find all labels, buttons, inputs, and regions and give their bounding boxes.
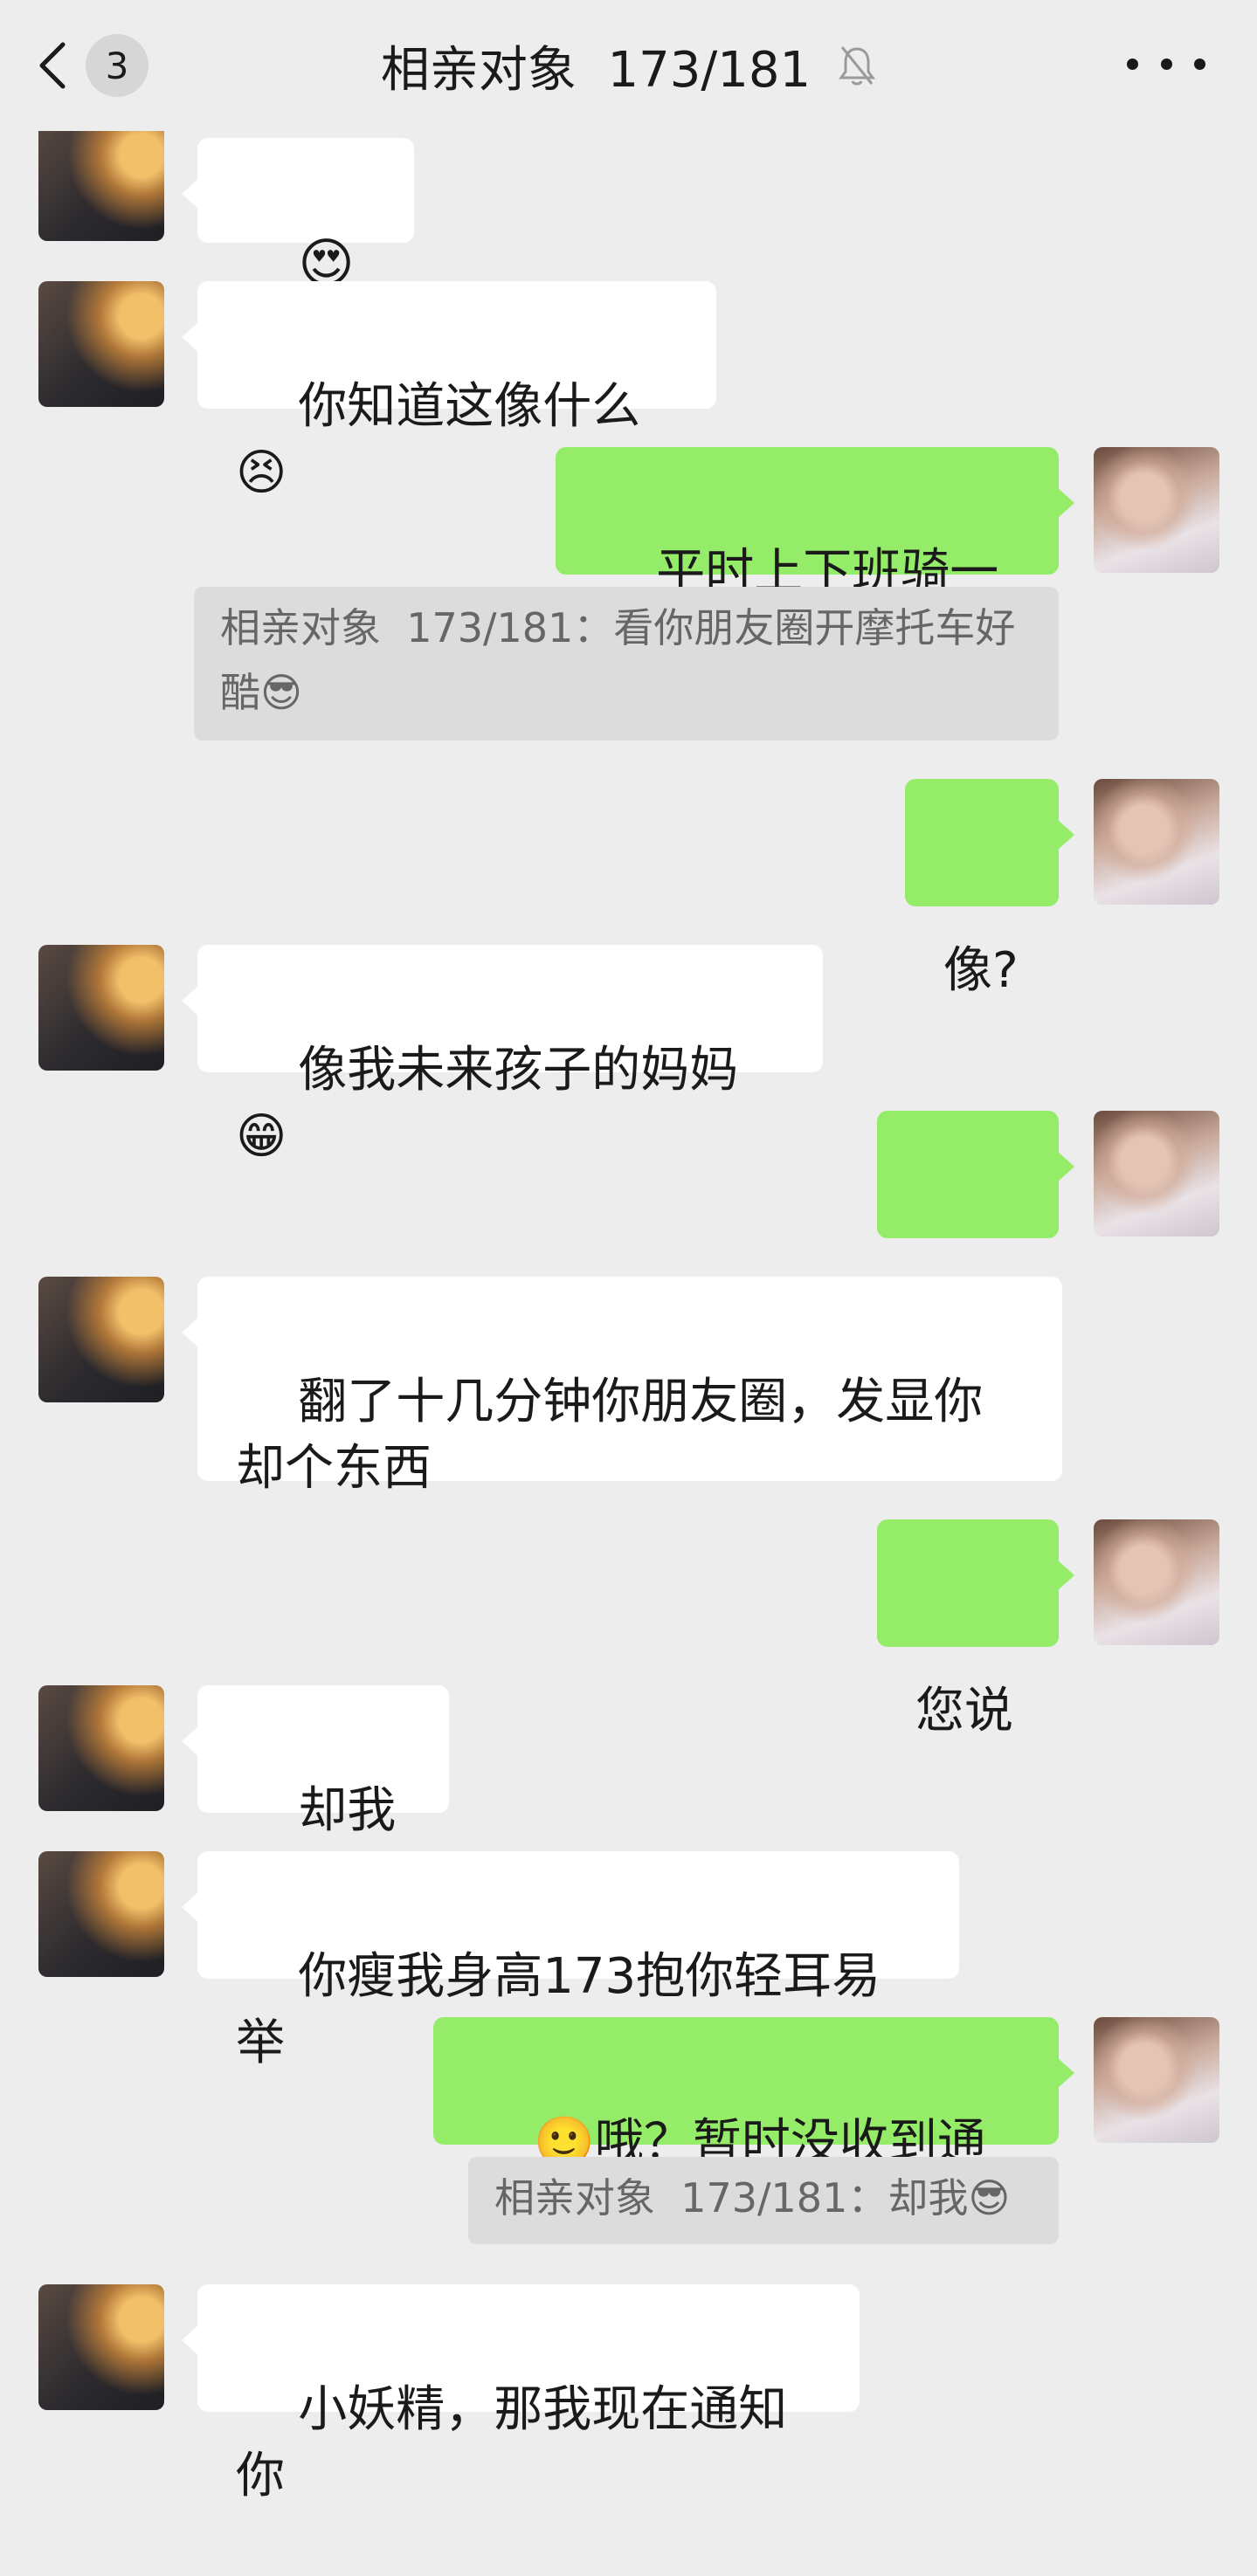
message-text: 像? <box>943 942 1019 999</box>
quoted-message[interactable]: 相亲对象 173/181：看你朋友圈开摩托车好酷😎 <box>194 587 1059 740</box>
back-button[interactable]: 3 <box>35 26 175 105</box>
my-avatar[interactable] <box>1094 1111 1219 1236</box>
my-avatar[interactable] <box>1094 447 1219 573</box>
outgoing-message-bubble[interactable]: 🙂哦？暂时没收到通知 <box>433 2017 1074 2237</box>
my-avatar[interactable] <box>1094 779 1219 905</box>
contact-avatar[interactable] <box>38 2284 164 2410</box>
more-dot <box>1160 58 1172 70</box>
message-list[interactable]: 😍😍 你知道这像什么😣 平时上下班骑一下 相亲对象 173/181：看你朋友圈开… <box>0 0 1257 2504</box>
bell-off-icon <box>839 46 876 86</box>
quoted-message[interactable]: 相亲对象 173/181：却我😎 <box>468 2157 1059 2244</box>
incoming-message-bubble[interactable]: 你知道这像什么😣 <box>182 281 716 501</box>
unread-count-badge: 3 <box>86 34 148 97</box>
incoming-message-bubble[interactable]: 像我未来孩子的妈妈😁 <box>182 945 823 1165</box>
my-avatar[interactable] <box>1094 2017 1219 2143</box>
more-dot <box>1194 58 1205 70</box>
message-text: 小妖精，那我现在通知你 <box>236 2381 788 2504</box>
contact-avatar[interactable] <box>38 281 164 407</box>
incoming-message-bubble[interactable]: 😍😍 <box>182 138 414 364</box>
contact-avatar[interactable] <box>38 1685 164 1811</box>
incoming-message-bubble[interactable]: 却我😎 <box>182 1685 449 1905</box>
message-text: 像我未来孩子的妈妈😁 <box>236 1042 739 1165</box>
chat-title: 相亲对象 173/181 <box>380 41 812 99</box>
chat-header: 3 相亲对象 173/181 <box>0 0 1257 131</box>
message-text: 翻了十几分钟你朋友圈，发显你却个东西 <box>236 1374 984 1497</box>
chevron-left-icon <box>39 42 66 89</box>
contact-avatar[interactable] <box>38 1851 164 1977</box>
contact-avatar[interactable] <box>38 945 164 1071</box>
incoming-message-bubble[interactable]: 你瘦我身高173抱你轻耳易举 <box>182 1851 959 2071</box>
outgoing-message-bubble[interactable]: …… <box>877 1111 1074 1331</box>
outgoing-message-bubble[interactable]: 您说 <box>877 1519 1074 1739</box>
chat-title-area[interactable]: 相亲对象 173/181 <box>262 26 996 105</box>
contact-avatar[interactable] <box>38 1277 164 1402</box>
more-options-button[interactable] <box>1127 42 1205 86</box>
contact-avatar[interactable] <box>38 122 164 241</box>
more-dot <box>1127 58 1138 70</box>
incoming-message-bubble[interactable]: 小妖精，那我现在通知你 <box>182 2284 860 2504</box>
outgoing-message-bubble[interactable]: 平时上下班骑一下 <box>556 447 1074 667</box>
outgoing-message-bubble[interactable]: 像? <box>905 779 1074 999</box>
message-text: 您说 <box>915 1683 1013 1739</box>
my-avatar[interactable] <box>1094 1519 1219 1645</box>
incoming-message-bubble[interactable]: 翻了十几分钟你朋友圈，发显你却个东西 <box>182 1277 1062 1497</box>
